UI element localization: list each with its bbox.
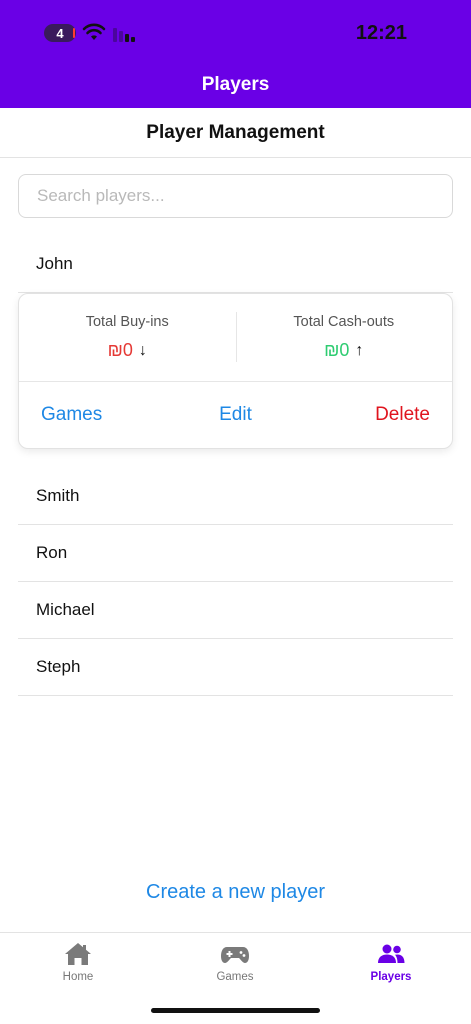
tab-home-label: Home xyxy=(62,971,94,983)
tab-home[interactable]: Home xyxy=(33,941,123,983)
buy-ins-label: Total Buy-ins xyxy=(85,314,169,330)
tab-players[interactable]: Players xyxy=(346,941,436,983)
arrow-up-icon: ↑ xyxy=(355,341,364,359)
delete-button[interactable]: Delete xyxy=(375,404,430,426)
status-time: 12:21 xyxy=(355,22,407,44)
players-icon xyxy=(378,944,405,963)
games-button[interactable]: Games xyxy=(41,404,102,426)
section-title: Player Management xyxy=(0,108,471,158)
gamepad-icon xyxy=(221,947,249,963)
status-bar: 4 12:21 xyxy=(0,0,471,66)
search-input[interactable] xyxy=(18,174,453,218)
player-row-michael[interactable]: Michael xyxy=(18,582,453,639)
cash-outs-value: ₪0 xyxy=(324,340,350,360)
player-row-ron[interactable]: Ron xyxy=(18,525,453,582)
cash-outs-stat: Total Cash-outs ₪0 ↑ xyxy=(236,294,453,382)
tab-players-label: Players xyxy=(370,971,412,983)
battery-indicator: 4 xyxy=(44,24,76,42)
page-title: Players xyxy=(201,74,270,95)
player-row-smith[interactable]: Smith xyxy=(18,468,453,525)
player-row-john[interactable]: John xyxy=(18,236,453,293)
player-stats: Total Buy-ins ₪0 ↓ Total Cash-outs ₪0 ↑ xyxy=(19,294,452,382)
create-player-link[interactable]: Create a new player xyxy=(0,881,471,904)
player-actions: Games Edit Delete xyxy=(19,382,452,450)
cash-outs-label: Total Cash-outs xyxy=(293,314,395,330)
player-details-card: Total Buy-ins ₪0 ↓ Total Cash-outs ₪0 ↑ … xyxy=(18,293,453,449)
arrow-down-icon: ↓ xyxy=(138,341,147,359)
tab-games[interactable]: Games xyxy=(190,941,280,983)
home-icon xyxy=(65,943,91,965)
tab-games-label: Games xyxy=(216,971,254,983)
edit-button[interactable]: Edit xyxy=(219,404,252,425)
cellular-signal-icon xyxy=(113,28,135,42)
wifi-icon xyxy=(82,23,106,40)
buy-ins-stat: Total Buy-ins ₪0 ↓ xyxy=(19,294,236,382)
player-row-steph[interactable]: Steph xyxy=(18,639,453,696)
buy-ins-value: ₪0 xyxy=(107,340,133,360)
app-header: 4 12:21 Players xyxy=(0,0,471,108)
home-indicator xyxy=(151,1008,320,1013)
